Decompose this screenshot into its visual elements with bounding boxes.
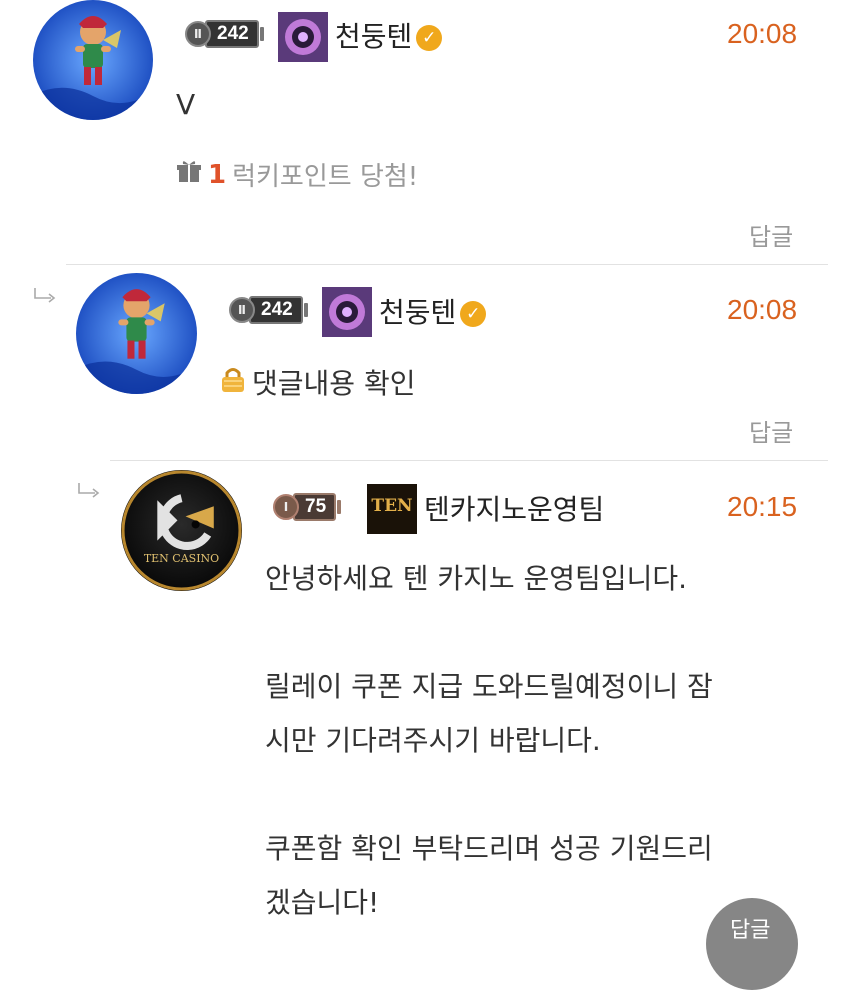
lock-icon [220, 365, 246, 400]
level-badge: Ⅱ 242 [185, 20, 264, 48]
avatar-comment-3[interactable]: TEN CASINO [121, 470, 242, 591]
comment-time: 20:15 [727, 491, 798, 522]
verified-check-icon: ✓ [460, 301, 487, 327]
locked-comment-text[interactable]: 댓글내용 확인 [252, 362, 415, 402]
verified-check-icon: ✓ [416, 25, 443, 51]
floating-button-label[interactable]: 답글 [730, 912, 770, 944]
rank-icon-label: TEN [371, 496, 413, 516]
level-badge: Ⅱ 242 [229, 296, 308, 324]
reply-arrow-icon [77, 483, 103, 499]
level-number: 75 [293, 493, 337, 521]
comment-time: 20:08 [727, 294, 798, 325]
comment-content: 안녕하세요 텐 카지노 운영팀입니다. 릴레이 쿠폰 지급 도와드릴예정이니 잠… [265, 562, 713, 919]
username-text[interactable]: 천둥텐 [335, 20, 412, 53]
avatar-comment-1[interactable] [33, 0, 153, 120]
floating-reply-button[interactable]: 답글 [706, 898, 798, 990]
rank-icon: TEN [367, 484, 417, 534]
reply-button[interactable]: 답글 [749, 217, 793, 252]
divider [66, 264, 828, 265]
reply-button[interactable]: 답글 [749, 413, 793, 448]
locked-comment[interactable]: 댓글내용 확인 [220, 362, 415, 402]
comment-time: 20:08 [727, 18, 798, 49]
level-number: 242 [249, 296, 303, 324]
username[interactable]: 천둥텐 ✓ [379, 291, 487, 331]
rank-icon [322, 287, 372, 337]
divider [110, 460, 828, 461]
avatar-comment-2[interactable] [76, 273, 197, 394]
level-badge: Ⅰ 75 [273, 493, 342, 521]
level-icon: Ⅰ [273, 494, 299, 520]
level-icon: Ⅱ [229, 297, 255, 323]
lucky-point: 1 럭키포인트 당첨! [176, 156, 418, 193]
lucky-count: 1 [208, 159, 227, 190]
comment-content: V [176, 88, 196, 121]
gift-icon [176, 158, 202, 191]
level-icon: Ⅱ [185, 21, 211, 47]
lucky-text: 럭키포인트 당첨! [232, 162, 419, 192]
avatar-logo-text: TEN CASINO [143, 552, 220, 565]
level-number: 242 [205, 20, 259, 48]
rank-icon [278, 12, 328, 62]
username[interactable]: 천둥텐 ✓ [335, 15, 443, 55]
username[interactable]: 텐카지노운영팀 [424, 488, 604, 528]
reply-arrow-icon [33, 288, 59, 304]
username-text[interactable]: 천둥텐 [379, 296, 456, 329]
